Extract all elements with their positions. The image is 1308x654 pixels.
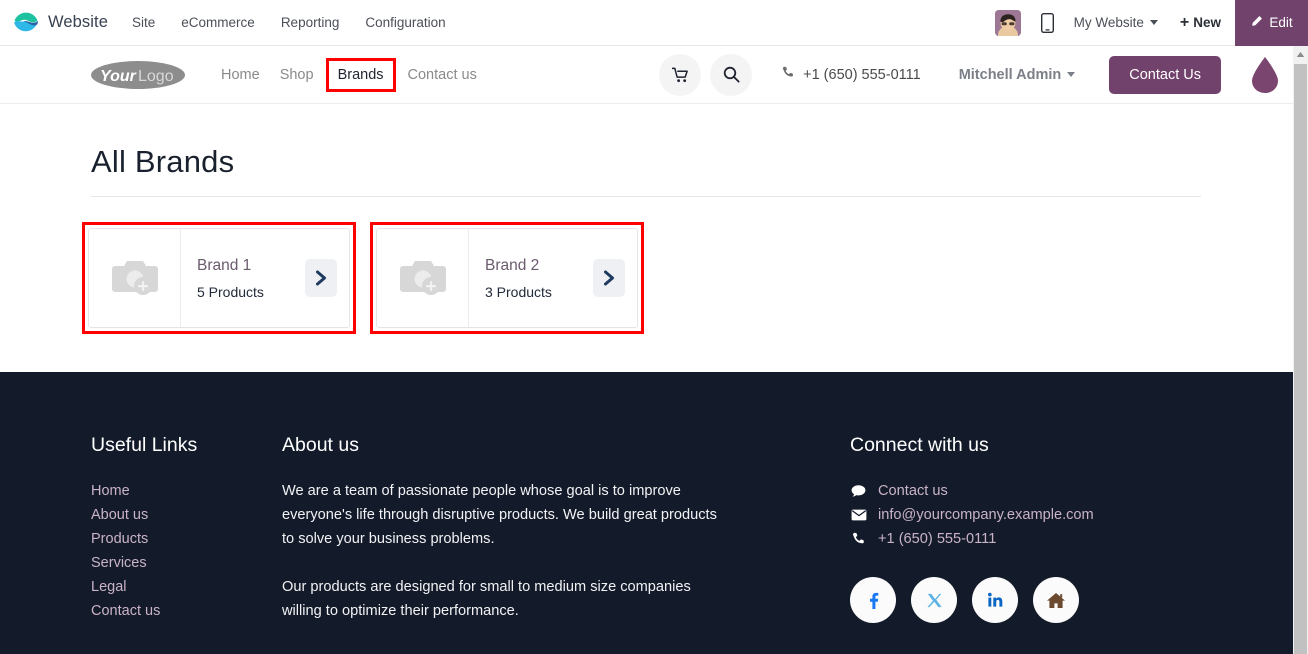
footer-connect-with-us: Connect with us Contact us info@yourcomp… <box>850 434 1094 623</box>
mobile-preview-icon[interactable] <box>1040 12 1054 33</box>
phone-icon <box>782 66 795 83</box>
footer-link-legal[interactable]: Legal <box>91 575 197 599</box>
footer-about-us-title: About us <box>282 434 359 456</box>
shopping-cart-icon[interactable] <box>659 53 702 96</box>
footer-link-contact-us[interactable]: Contact us <box>91 599 197 623</box>
footer-email-text: info@yourcompany.example.com <box>878 507 1094 523</box>
page-scrollbar[interactable] <box>1293 46 1308 654</box>
avatar[interactable] <box>994 9 1021 36</box>
site-footer: Useful Links Home About us Products Serv… <box>0 372 1293 654</box>
menu-ecommerce[interactable]: eCommerce <box>181 15 255 30</box>
phone-icon <box>850 532 867 546</box>
svg-text:Logo: Logo <box>138 68 174 85</box>
title-divider <box>91 196 1201 197</box>
footer-contact-us-row[interactable]: Contact us <box>850 479 1094 503</box>
brand-card-2[interactable]: Brand 2 3 Products <box>376 228 638 328</box>
page-title: All Brands <box>91 144 235 179</box>
footer-link-products[interactable]: Products <box>91 527 197 551</box>
website-selector[interactable]: My Website <box>1074 15 1158 30</box>
brand-card-1-name: Brand 1 <box>197 256 252 274</box>
nav-item-brands[interactable]: Brands <box>338 67 384 83</box>
theme-droplet-icon[interactable] <box>1249 55 1281 95</box>
search-icon[interactable] <box>710 53 753 96</box>
footer-social-links <box>850 577 1094 623</box>
brand-card-2-chevron-right-icon[interactable] <box>593 259 625 297</box>
footer-email-row[interactable]: info@yourcompany.example.com <box>850 503 1094 527</box>
user-menu[interactable]: Mitchell Admin <box>959 67 1076 83</box>
contact-us-button[interactable]: Contact Us <box>1109 55 1221 94</box>
odoo-top-bar: Website Site eCommerce Reporting Configu… <box>0 0 1308 46</box>
image-placeholder-camera-icon <box>377 229 469 327</box>
new-button-label: New <box>1193 15 1221 30</box>
brand-card-1-product-count: 5 Products <box>197 283 264 300</box>
footer-link-services[interactable]: Services <box>91 551 197 575</box>
odoo-website-logo-icon[interactable] <box>13 10 39 36</box>
new-button[interactable]: + New <box>1179 13 1221 31</box>
site-logo[interactable]: Your Logo <box>90 60 187 90</box>
brand-card-2-name: Brand 2 <box>485 256 540 274</box>
brand-card-1-info: Brand 1 5 Products <box>181 229 305 327</box>
footer-useful-links: Useful Links Home About us Products Serv… <box>91 434 197 623</box>
footer-about-paragraph-1: We are a team of passionate people whose… <box>282 483 717 547</box>
scrollbar-thumb[interactable] <box>1294 64 1307 654</box>
footer-link-home[interactable]: Home <box>91 479 197 503</box>
nav-item-brands-highlight: Brands <box>325 57 396 92</box>
edit-button-label: Edit <box>1269 15 1293 30</box>
odoo-menu-bar: Site eCommerce Reporting Configuration <box>132 15 446 30</box>
nav-item-shop[interactable]: Shop <box>270 63 324 87</box>
brand-card-1-chevron-right-icon[interactable] <box>305 259 337 297</box>
x-twitter-icon[interactable] <box>911 577 957 623</box>
footer-useful-links-title: Useful Links <box>91 434 198 456</box>
user-menu-label: Mitchell Admin <box>958 66 1062 83</box>
brand-card-1[interactable]: Brand 1 5 Products <box>88 228 350 328</box>
website-header: Your Logo Home Shop Brands Contact us +1… <box>0 46 1293 104</box>
footer-link-about-us[interactable]: About us <box>91 503 197 527</box>
nav-item-home[interactable]: Home <box>211 63 270 87</box>
brand-card-2-info: Brand 2 3 Products <box>469 229 593 327</box>
image-placeholder-camera-icon <box>89 229 181 327</box>
brand-card-2-product-count: 3 Products <box>485 283 552 300</box>
edit-button[interactable]: Edit <box>1235 0 1308 46</box>
pencil-icon <box>1250 15 1263 31</box>
menu-reporting[interactable]: Reporting <box>281 15 340 30</box>
footer-about-us: About us We are a team of passionate peo… <box>282 434 722 623</box>
odoo-top-bar-right: My Website + New Edit <box>994 0 1308 46</box>
website-nav: Home Shop Brands Contact us <box>211 57 487 92</box>
website-selector-label: My Website <box>1073 15 1144 30</box>
app-name[interactable]: Website <box>48 13 108 32</box>
envelope-icon <box>850 509 867 521</box>
comment-icon <box>850 484 867 498</box>
home-icon[interactable] <box>1033 577 1079 623</box>
brand-card-1-highlight: Brand 1 5 Products <box>82 222 356 334</box>
menu-site[interactable]: Site <box>132 15 155 30</box>
plus-icon: + <box>1179 13 1190 31</box>
page-root: Website Site eCommerce Reporting Configu… <box>0 0 1308 654</box>
main-content: All Brands Brand 1 5 Products Brand 2 3 … <box>0 104 1293 372</box>
brand-card-2-highlight: Brand 2 3 Products <box>370 222 644 334</box>
chevron-down-icon <box>1149 20 1158 25</box>
facebook-icon[interactable] <box>850 577 896 623</box>
footer-about-paragraph-2: Our products are designed for small to m… <box>282 579 691 619</box>
scroll-up-arrow-icon[interactable] <box>1293 46 1308 62</box>
header-phone-number: +1 (650) 555-0111 <box>803 66 921 83</box>
website-header-right: +1 (650) 555-0111 Mitchell Admin Contact… <box>659 53 1293 96</box>
chevron-down-icon <box>1067 72 1076 77</box>
footer-phone-text: +1 (650) 555-0111 <box>878 531 997 547</box>
footer-contact-us-text: Contact us <box>878 483 948 499</box>
svg-text:Your: Your <box>100 68 137 85</box>
nav-item-contact-us[interactable]: Contact us <box>398 63 487 87</box>
brand-list: Brand 1 5 Products Brand 2 3 Products <box>82 222 644 334</box>
footer-connect-title: Connect with us <box>850 434 989 456</box>
footer-phone-row[interactable]: +1 (650) 555-0111 <box>850 527 1094 551</box>
header-phone[interactable]: +1 (650) 555-0111 <box>782 66 921 83</box>
linkedin-icon[interactable] <box>972 577 1018 623</box>
menu-configuration[interactable]: Configuration <box>365 15 445 30</box>
